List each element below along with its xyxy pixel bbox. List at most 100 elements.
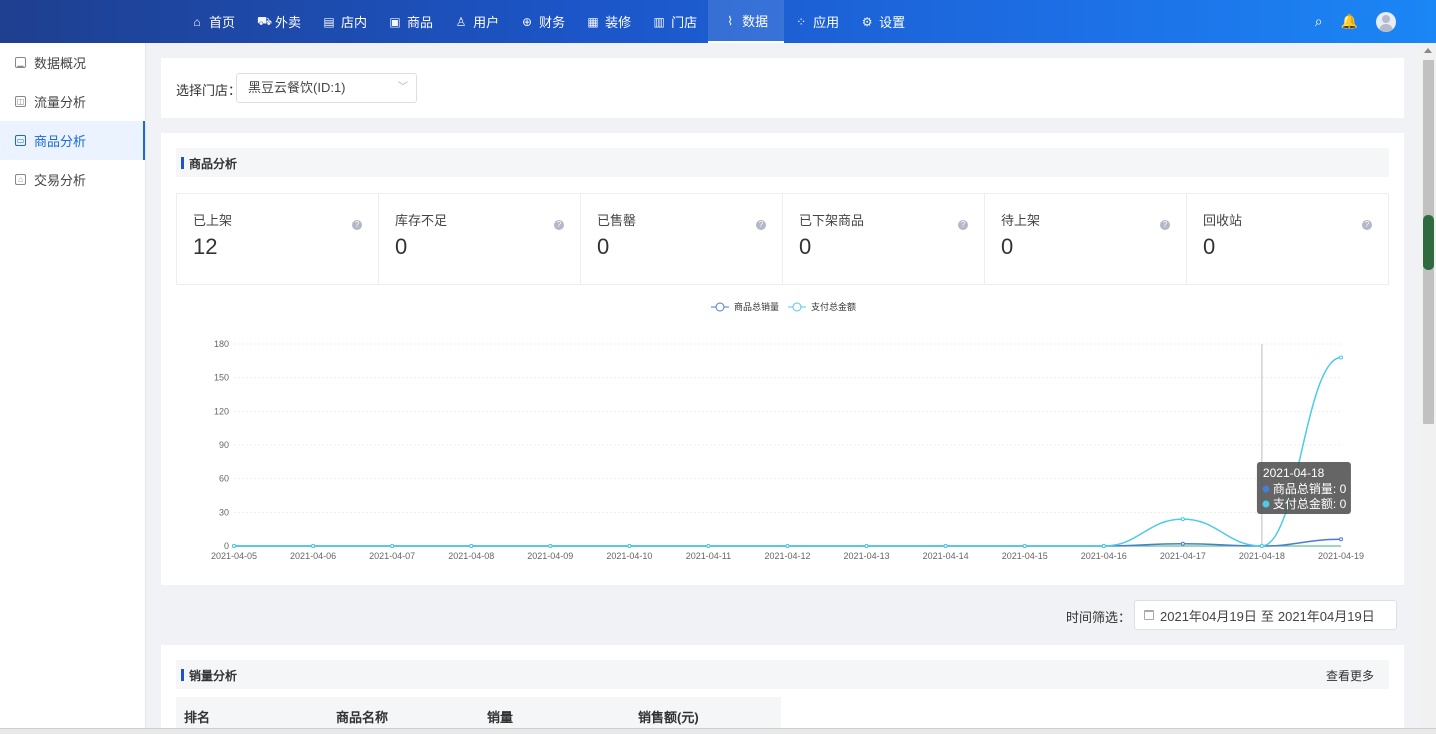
help-icon[interactable]: ? xyxy=(352,220,362,230)
help-icon[interactable]: ? xyxy=(756,220,766,230)
view-more-link[interactable]: 查看更多 xyxy=(1326,667,1374,684)
data-point[interactable] xyxy=(627,544,632,548)
legend-label[interactable]: 商品总销量 xyxy=(734,301,779,312)
nav-item-7[interactable]: ▥ 门店 xyxy=(642,0,708,43)
nav-item-3[interactable]: ▣ 商品 xyxy=(378,0,444,43)
stat-label: 待上架 xyxy=(1001,213,1041,228)
data-point[interactable] xyxy=(785,544,790,548)
store-select[interactable]: 黑豆云餐饮(ID:1) ﹀ xyxy=(236,73,417,103)
shop-icon: ▥ xyxy=(653,14,665,29)
nav-item-10[interactable]: ⚙ 设置 xyxy=(850,0,916,43)
nav-item-label: 店内 xyxy=(341,15,368,30)
top-nav-bar: ⌂ 首页 ⛟ 外卖 ▤ 店内 ▣ 商品 ♙ 用户 ⊕ 财务 ▦ 装修 ▥ 门店 ⌇ 数据 ⁘ 应用 ⚙ 设置 ⌕ 🔔 xyxy=(0,0,1436,43)
tooltip-line: 支付总金额: 0 xyxy=(1273,496,1347,511)
nav-item-0[interactable]: ⌂ 首页 xyxy=(180,0,246,43)
col-goods-name: 商品名称 xyxy=(336,710,389,725)
date-range-picker[interactable]: 2021年04月19日 至 2021年04月19日 xyxy=(1134,600,1397,630)
x-tick-label: 2021-04-10 xyxy=(606,551,652,561)
apps-icon: ⁘ xyxy=(796,14,807,29)
data-point[interactable] xyxy=(706,544,711,548)
help-icon[interactable]: ? xyxy=(958,220,968,230)
help-icon[interactable]: ? xyxy=(1362,220,1372,230)
data-point[interactable] xyxy=(232,544,236,548)
data-point[interactable] xyxy=(469,544,474,548)
nav-item-label: 首页 xyxy=(209,15,236,30)
stat-card: 待上架 0? xyxy=(985,194,1187,284)
data-point[interactable] xyxy=(311,544,316,548)
stat-value: 0 xyxy=(799,234,812,259)
sidebar-item-0[interactable]: ▁ 数据概况 xyxy=(0,43,145,82)
trade-icon: ⌂ xyxy=(15,174,26,185)
nav-item-9[interactable]: ⁘ 应用 xyxy=(784,0,850,43)
calendar-icon xyxy=(1144,610,1154,620)
user-icon: ♙ xyxy=(455,14,467,29)
stat-card: 已上架 12? xyxy=(177,194,379,284)
legend-marker xyxy=(715,302,725,312)
sidebar: ▁ 数据概况 ◫ 流量分析 ▭ 商品分析 ⌂ 交易分析 xyxy=(0,43,146,728)
nav-item-label: 数据 xyxy=(742,14,769,29)
goods-section-header: 商品分析 xyxy=(176,148,1389,177)
home-icon: ⌂ xyxy=(193,14,201,29)
section-accent-bar xyxy=(181,157,184,169)
data-point[interactable] xyxy=(1180,541,1185,546)
data-point[interactable] xyxy=(943,544,948,548)
stat-label: 回收站 xyxy=(1203,213,1243,228)
vertical-scrollbar[interactable] xyxy=(1420,43,1436,728)
data-point[interactable] xyxy=(1101,544,1106,548)
nav-item-6[interactable]: ▦ 装修 xyxy=(576,0,642,43)
date-end[interactable]: 2021年04月19日 xyxy=(1278,606,1375,625)
stat-label: 已上架 xyxy=(193,213,233,228)
x-tick-label: 2021-04-17 xyxy=(1160,551,1206,561)
legend-label[interactable]: 支付总金额 xyxy=(811,301,856,312)
sidebar-item-1[interactable]: ◫ 流量分析 xyxy=(0,82,145,121)
section-title: 销量分析 xyxy=(189,669,238,683)
data-point[interactable] xyxy=(1180,517,1185,522)
sales-section-header: 销量分析 查看更多 xyxy=(176,660,1389,689)
search-icon[interactable]: ⌕ xyxy=(1315,13,1323,30)
scroll-up-icon[interactable] xyxy=(1424,48,1432,53)
help-icon[interactable]: ? xyxy=(554,220,564,230)
data-point[interactable] xyxy=(1339,355,1343,360)
sidebar-item-2[interactable]: ▭ 商品分析 xyxy=(0,121,145,160)
col-sales-volume: 销量 xyxy=(487,710,514,725)
x-tick-label: 2021-04-11 xyxy=(686,551,731,561)
stat-label: 已售罄 xyxy=(597,213,637,228)
nav-item-2[interactable]: ▤ 店内 xyxy=(312,0,378,43)
bell-icon[interactable]: 🔔 xyxy=(1341,13,1358,30)
chart-icon: ⌇ xyxy=(727,13,734,28)
nav-item-label: 装修 xyxy=(605,15,632,30)
sidebar-item-label: 商品分析 xyxy=(34,134,87,149)
series-line-1 xyxy=(234,356,1342,547)
y-tick-label: 0 xyxy=(224,541,229,551)
tooltip-line: 商品总销量: 0 xyxy=(1273,481,1347,496)
y-tick-label: 60 xyxy=(219,474,229,484)
y-tick-label: 90 xyxy=(219,440,229,450)
doc-icon: ▤ xyxy=(323,14,335,29)
y-tick-label: 180 xyxy=(214,339,229,349)
data-point[interactable] xyxy=(548,544,553,548)
x-tick-label: 2021-04-15 xyxy=(1002,551,1048,561)
stat-label: 已下架商品 xyxy=(799,213,865,228)
data-point[interactable] xyxy=(1339,537,1343,542)
data-point[interactable] xyxy=(1259,544,1264,548)
nav-item-8[interactable]: ⌇ 数据 xyxy=(708,0,785,43)
nav-item-4[interactable]: ♙ 用户 xyxy=(444,0,510,43)
nav-item-5[interactable]: ⊕ 财务 xyxy=(510,0,576,43)
date-separator: 至 xyxy=(1260,608,1274,624)
store-select-value: 黑豆云餐饮(ID:1) xyxy=(248,80,346,95)
data-point[interactable] xyxy=(1022,544,1027,548)
store-icon: ▦ xyxy=(587,14,599,29)
sidebar-item-3[interactable]: ⌂ 交易分析 xyxy=(0,160,145,199)
nav-item-1[interactable]: ⛟ 外卖 xyxy=(246,0,312,43)
help-icon[interactable]: ? xyxy=(1160,220,1170,230)
data-point[interactable] xyxy=(864,544,869,548)
avatar[interactable] xyxy=(1376,11,1396,32)
overview-icon: ▁ xyxy=(15,57,26,68)
x-tick-label: 2021-04-09 xyxy=(527,551,573,561)
y-tick-label: 30 xyxy=(219,507,229,517)
date-start[interactable]: 2021年04月19日 xyxy=(1160,606,1257,625)
goods-icon: ▣ xyxy=(389,14,401,29)
goods-line-chart: 0 30 60 90 120 150 180 2021-04-05 2021-04-06 2021… xyxy=(211,301,1364,561)
data-point[interactable] xyxy=(390,544,395,548)
x-tick-label: 2021-04-08 xyxy=(448,551,494,561)
